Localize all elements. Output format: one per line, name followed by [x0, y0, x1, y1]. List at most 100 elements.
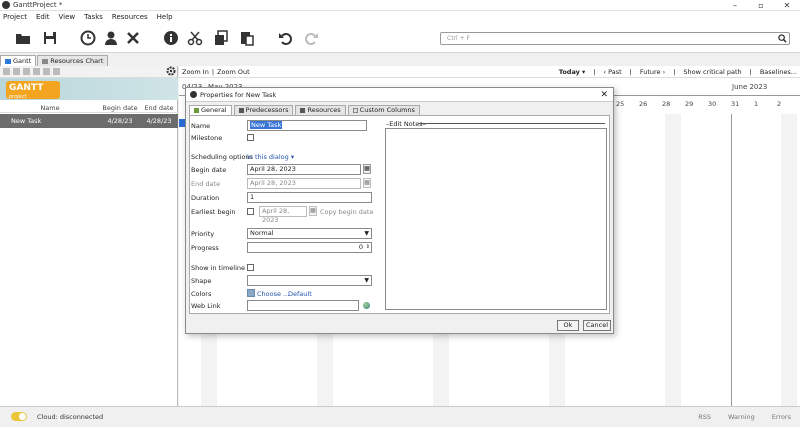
day-label: 31 — [731, 100, 740, 108]
default-color-link[interactable]: Default — [288, 290, 312, 298]
earliest-begin-checkbox[interactable] — [247, 208, 254, 215]
show-in-timeline-checkbox[interactable] — [247, 264, 254, 271]
dialog-title: Properties for New Task — [200, 90, 277, 99]
unlink-icon[interactable] — [53, 68, 60, 75]
tab-general[interactable]: General — [189, 105, 232, 115]
notes-textarea[interactable] — [385, 128, 607, 310]
name-field[interactable]: New Task — [247, 120, 367, 131]
day-label: 29 — [685, 100, 694, 108]
stepper-icon[interactable]: ⇕ — [366, 243, 370, 252]
col-name-header[interactable]: Name — [0, 104, 100, 112]
task-tree-panel: GANTT project Name Begin date End date N… — [0, 66, 178, 406]
menu-bar: Project Edit View Tasks Resources Help — [0, 11, 800, 23]
day-label: 28 — [662, 100, 671, 108]
day-label: 2 — [777, 100, 782, 108]
critical-path-button[interactable]: Show critical path — [683, 68, 741, 76]
end-date-field[interactable]: April 28, 2023 — [247, 178, 361, 189]
month-label-june: June 2023 — [732, 83, 768, 91]
menu-tasks[interactable]: Tasks — [84, 13, 103, 21]
close-icon[interactable]: ✕ — [600, 90, 608, 100]
task-name-cell: New Task — [11, 117, 42, 125]
undo-icon[interactable] — [277, 29, 295, 47]
menu-edit[interactable]: Edit — [36, 13, 50, 21]
baselines-button[interactable]: Baselines... — [760, 68, 797, 76]
colors-label: Colors — [191, 290, 212, 298]
dialog-app-icon — [190, 91, 197, 98]
copy-begin-date-link[interactable]: Copy begin date — [320, 208, 373, 216]
calendar-icon[interactable]: ▦ — [309, 206, 317, 216]
info-icon[interactable] — [162, 29, 180, 47]
col-begin-header[interactable]: Begin date — [100, 104, 140, 112]
warning-link[interactable]: Warning — [728, 413, 755, 421]
tab-predecessors[interactable]: Predecessors — [233, 105, 294, 115]
cancel-button[interactable]: Cancel — [583, 320, 611, 331]
dialog-title-bar: Properties for New Task — [186, 88, 613, 102]
col-end-header[interactable]: End date — [140, 104, 178, 112]
tab-resources-chart[interactable]: Resources Chart — [37, 55, 109, 66]
history-clock-icon[interactable] — [79, 29, 97, 47]
table-row[interactable]: New Task 4/28/23 4/28/23 — [0, 114, 178, 128]
link-icon[interactable] — [43, 68, 50, 75]
rss-link[interactable]: RSS — [698, 413, 711, 421]
tab-icon — [194, 108, 199, 113]
progress-label: Progress — [191, 244, 219, 252]
redo-icon[interactable] — [302, 29, 320, 47]
earliest-begin-field[interactable]: April 28, 2023 — [259, 206, 307, 224]
future-button[interactable]: Future › — [640, 68, 665, 76]
tab-icon — [352, 108, 358, 113]
outdent-icon[interactable] — [3, 68, 10, 75]
duration-field[interactable]: 1 — [247, 192, 372, 203]
main-toolbar: Ctrl + F — [0, 23, 800, 53]
tab-resources[interactable]: Resources — [295, 105, 346, 115]
errors-link[interactable]: Errors — [772, 413, 791, 421]
zoom-out-button[interactable]: Zoom Out — [217, 68, 250, 76]
ok-button[interactable]: Ok — [557, 320, 579, 331]
web-link-field[interactable] — [247, 300, 359, 311]
past-button[interactable]: ‹ Past — [603, 68, 621, 76]
day-label: 30 — [708, 100, 717, 108]
search-icon[interactable] — [778, 34, 787, 43]
user-icon[interactable] — [102, 29, 120, 47]
maximize-button[interactable]: ▫ — [748, 0, 774, 11]
menu-project[interactable]: Project — [3, 13, 27, 21]
save-icon[interactable] — [41, 29, 59, 47]
globe-icon[interactable] — [363, 302, 370, 309]
calendar-icon[interactable]: ▦ — [363, 164, 371, 174]
scheduling-options-link[interactable]: in this dialog ▾ — [247, 153, 294, 161]
calendar-icon[interactable]: ▦ — [363, 178, 371, 188]
task-tree-toolbar — [0, 66, 177, 78]
search-input[interactable]: Ctrl + F — [440, 32, 790, 45]
copy-icon[interactable] — [212, 29, 230, 47]
status-bar: Cloud: disconnected RSS Warning Errors — [0, 406, 800, 427]
color-swatch[interactable] — [247, 289, 255, 297]
tab-custom-columns[interactable]: Custom Columns — [347, 105, 420, 115]
today-line — [731, 114, 732, 406]
show-in-timeline-label: Show in timeline — [191, 264, 246, 272]
cut-icon[interactable] — [186, 29, 204, 47]
zoom-in-button[interactable]: Zoom In — [182, 68, 209, 76]
shape-select[interactable]: ▼ — [247, 275, 372, 286]
indent-icon[interactable] — [13, 68, 20, 75]
app-icon — [2, 1, 10, 9]
move-down-icon[interactable] — [33, 68, 40, 75]
delete-icon[interactable] — [124, 29, 142, 47]
move-up-icon[interactable] — [23, 68, 30, 75]
general-tab-panel: Name New Task Milestone Scheduling optio… — [189, 115, 610, 314]
open-folder-icon[interactable] — [14, 29, 32, 47]
choose-color-link[interactable]: Choose ... — [257, 290, 289, 298]
tab-gantt[interactable]: Gantt — [0, 55, 37, 66]
menu-resources[interactable]: Resources — [112, 13, 148, 21]
cloud-toggle[interactable] — [11, 412, 27, 421]
paste-icon[interactable] — [238, 29, 256, 47]
today-button[interactable]: Today ▾ — [559, 68, 585, 76]
priority-select[interactable]: Normal ▼ — [247, 228, 372, 239]
milestone-checkbox[interactable] — [247, 134, 254, 141]
minimize-button[interactable]: – — [722, 0, 748, 11]
end-date-label: End date — [191, 180, 221, 188]
close-window-button[interactable]: ✕ — [774, 0, 800, 11]
begin-date-field[interactable]: April 28, 2023 — [247, 164, 361, 175]
menu-view[interactable]: View — [59, 13, 76, 21]
gear-icon[interactable] — [166, 66, 176, 76]
menu-help[interactable]: Help — [157, 13, 173, 21]
progress-field[interactable]: 0 ⇕ — [247, 242, 372, 253]
